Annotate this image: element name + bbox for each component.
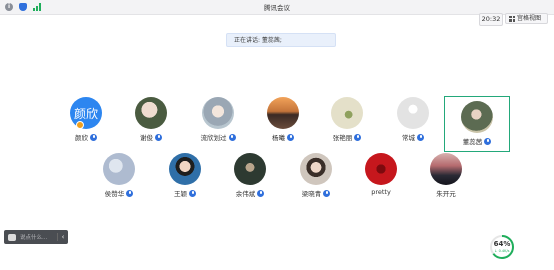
- meeting-toolbar: [0, 15, 554, 26]
- chat-bubble-icon: [8, 233, 16, 241]
- microphone-icon: [228, 133, 236, 141]
- grid-view-label: 宫格视图: [517, 15, 542, 22]
- title-bar: i 腾讯会议: [0, 0, 554, 15]
- network-speed: ↓ 0.4K/s: [494, 249, 510, 253]
- microphone-icon: [155, 133, 162, 141]
- avatar: [267, 97, 299, 129]
- avatar: [365, 153, 397, 185]
- avatar: [103, 153, 135, 185]
- microphone-icon: [417, 133, 424, 141]
- participant-name: 谢俊: [140, 134, 153, 142]
- participant-tile[interactable]: 余伟斌: [217, 153, 283, 209]
- chat-input-bar[interactable]: 说点什么... ‹: [4, 230, 68, 244]
- avatar: [430, 153, 462, 185]
- participant-name: 余伟斌: [235, 190, 256, 198]
- avatar: [169, 153, 201, 185]
- participant-name: 杨曦: [272, 134, 285, 142]
- participant-name: 常城: [402, 134, 415, 142]
- microphone-icon: [90, 133, 97, 141]
- avatar: 颜欣: [70, 97, 102, 129]
- participant-tile[interactable]: 朱开元: [413, 153, 479, 209]
- microphone-icon: [484, 137, 492, 145]
- network-percent: 64%: [493, 240, 511, 248]
- participant-tile[interactable]: 张艳丽: [314, 97, 380, 153]
- collapse-chevron-icon[interactable]: ‹: [57, 233, 68, 241]
- participant-name: 董蕊茜: [462, 138, 483, 146]
- microphone-icon: [323, 189, 331, 197]
- participant-tile[interactable]: pretty: [348, 153, 414, 209]
- avatar: [331, 97, 363, 129]
- microphone-icon: [287, 133, 294, 141]
- avatar: [300, 153, 332, 185]
- participant-name: 张艳丽: [332, 134, 353, 142]
- window-title: 腾讯会议: [264, 4, 290, 12]
- host-badge-icon: [76, 121, 84, 129]
- participant-tile[interactable]: 颜欣 颜欣: [53, 97, 119, 153]
- chat-input[interactable]: 说点什么...: [20, 233, 57, 241]
- participant-name: 王颖: [174, 190, 187, 198]
- participant-tile[interactable]: 谢俊: [118, 97, 184, 153]
- network-quality-gauge[interactable]: 64% ↓ 0.4K/s: [489, 234, 515, 260]
- participant-tile[interactable]: 流欣划过: [185, 97, 251, 153]
- avatar: [202, 97, 234, 129]
- participant-name: pretty: [371, 188, 391, 196]
- participant-name: 朱开元: [436, 190, 456, 198]
- grid-view-icon: [509, 15, 515, 22]
- avatar: [234, 153, 266, 185]
- participant-name: 侯赞华: [104, 190, 125, 198]
- participant-name: 颜欣: [75, 134, 88, 142]
- participant-tile[interactable]: 梁晓青: [283, 153, 349, 209]
- participant-tile[interactable]: 王颖: [152, 153, 218, 209]
- participant-name: 梁晓青: [301, 190, 322, 198]
- participant-tile[interactable]: 杨曦: [250, 97, 316, 153]
- microphone-icon: [257, 189, 265, 197]
- grid-view-button[interactable]: 宫格视图: [505, 13, 548, 24]
- avatar: [135, 97, 167, 129]
- participant-tile[interactable]: 侯赞华: [86, 153, 152, 209]
- speaking-indicator: 正在讲话: 董蕊茜;: [226, 33, 336, 47]
- avatar: [397, 97, 429, 129]
- participant-tile[interactable]: 常城: [380, 97, 446, 153]
- meeting-timer: 20:32: [479, 13, 503, 26]
- participant-tile-active[interactable]: 董蕊茜: [444, 96, 510, 152]
- microphone-icon: [189, 189, 196, 197]
- avatar: [461, 101, 493, 133]
- microphone-icon: [126, 189, 134, 197]
- participant-name: 流欣划过: [200, 134, 227, 142]
- microphone-icon: [354, 133, 362, 141]
